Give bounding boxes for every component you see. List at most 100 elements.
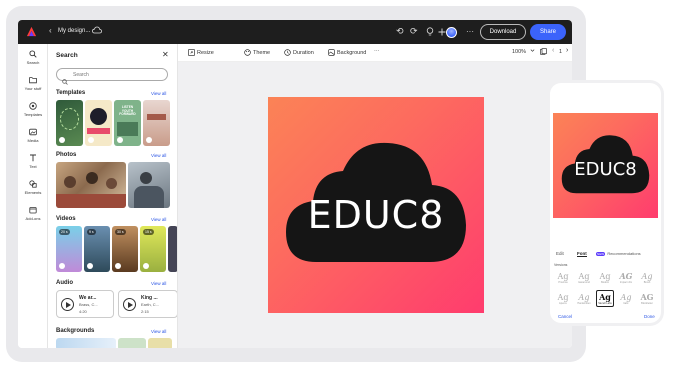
search-input[interactable]: Search <box>56 68 168 85</box>
duration-button[interactable]: Duration <box>284 49 314 56</box>
video-thumbnail[interactable]: 20 s <box>56 226 82 272</box>
font-option[interactable]: Ag Proxima <box>554 272 572 284</box>
page-prev-button[interactable]: ‹ <box>552 47 554 54</box>
logo-text[interactable]: EDUC8 <box>268 193 484 237</box>
audio-title: We ar... <box>79 295 97 301</box>
rail-item-text[interactable]: Text <box>18 154 48 169</box>
app-logo-icon[interactable] <box>26 26 37 37</box>
background-button[interactable]: Background <box>328 49 366 56</box>
video-duration-badge: 9 s <box>87 229 96 235</box>
tab-edit[interactable]: Edit <box>556 251 564 256</box>
template-thumbnail[interactable] <box>56 100 83 146</box>
more-options-icon[interactable]: ··· <box>466 27 474 37</box>
lightbulb-icon[interactable] <box>426 27 434 37</box>
video-thumbnail[interactable]: 15 s <box>140 226 166 272</box>
template-thumbnail[interactable]: LISTEN YOUTH FORWARD <box>114 100 141 146</box>
play-icon <box>115 263 121 269</box>
video-thumbnail[interactable]: 9 s <box>84 226 110 272</box>
tab-font[interactable]: Font <box>577 251 587 257</box>
play-icon <box>143 263 149 269</box>
done-button[interactable]: Done <box>644 314 655 319</box>
font-option[interactable]: Ag Handwritten <box>575 293 593 305</box>
rail-item-elements[interactable]: Elements <box>18 180 48 195</box>
phone-frame: EDUC8 Edit Font NEW Recommendations Vers… <box>547 80 664 326</box>
font-option[interactable]: AG Impact Jim <box>617 272 635 285</box>
font-option-selected[interactable]: Ag Stencil Labs <box>596 290 614 307</box>
font-option[interactable]: Ag Garamond <box>575 272 593 284</box>
audio-view-all-link[interactable]: View all <box>151 281 166 286</box>
play-icon[interactable] <box>123 298 136 311</box>
template-thumbnail[interactable] <box>143 100 170 146</box>
zoom-level[interactable]: 100% <box>512 49 526 55</box>
photo-thumbnail[interactable] <box>128 162 170 208</box>
zoom-chevron-down-icon[interactable] <box>530 48 535 53</box>
share-button[interactable]: Share <box>530 24 566 40</box>
media-icon <box>29 128 37 136</box>
canvas-workspace: EDUC8 <box>178 62 572 348</box>
text-icon <box>30 154 36 162</box>
rail-item-add-ons[interactable]: Add-ons <box>18 206 48 221</box>
tab-recommendations[interactable]: Recommendations <box>607 251 640 256</box>
design-artboard[interactable]: EDUC8 <box>268 97 484 313</box>
phone-artboard[interactable]: EDUC8 <box>553 113 658 218</box>
background-label: Background <box>337 49 367 56</box>
photo-thumbnail[interactable] <box>56 162 126 208</box>
font-option[interactable]: Ag Bodoni <box>596 272 614 284</box>
videos-view-all-link[interactable]: View all <box>151 217 166 222</box>
left-rail: Search Your stuff Templates Media Text E… <box>18 44 48 348</box>
photos-view-all-link[interactable]: View all <box>151 153 166 158</box>
audio-track[interactable]: We ar... Brass, C... 4:20 <box>56 290 114 318</box>
play-icon[interactable] <box>61 298 74 311</box>
back-chevron-icon[interactable]: ‹ <box>49 27 52 35</box>
video-thumbnail[interactable] <box>168 226 177 272</box>
pages-icon[interactable] <box>540 48 547 55</box>
undo-icon[interactable]: ⟲ <box>396 26 404 36</box>
video-duration-badge: 15 s <box>143 229 154 235</box>
redo-icon[interactable]: ⟳ <box>410 26 418 36</box>
font-option[interactable]: Ag Brush <box>638 272 656 284</box>
rail-item-your-stuff[interactable]: Your stuff <box>18 76 48 91</box>
more-tools-button[interactable]: ··· <box>374 48 380 54</box>
video-duration-badge: 20 s <box>59 229 70 235</box>
template-text: LISTEN YOUTH FORWARD <box>119 105 136 117</box>
canvas-toolbar: Resize Theme Duration Background ··· 100… <box>178 44 572 62</box>
theme-button[interactable]: Theme <box>244 49 270 56</box>
audio-duration: 4:20 <box>79 309 87 314</box>
video-thumbnail[interactable]: 30 s <box>112 226 138 272</box>
theme-label: Theme <box>253 49 271 56</box>
background-icon <box>328 49 335 56</box>
templates-view-all-link[interactable]: View all <box>151 91 166 96</box>
section-title-photos: Photos <box>56 152 77 158</box>
background-thumbnail[interactable] <box>118 338 146 348</box>
cancel-button[interactable]: Cancel <box>558 314 572 319</box>
audio-artist: Earth, C... <box>141 302 160 307</box>
font-option[interactable]: Ag Italic <box>617 293 635 305</box>
rail-item-media[interactable]: Media <box>18 128 48 143</box>
cloud-sync-icon <box>92 26 102 34</box>
rail-label: Your stuff <box>24 86 42 91</box>
backgrounds-view-all-link[interactable]: View all <box>151 329 166 334</box>
document-title[interactable]: My design... <box>58 28 90 34</box>
rail-item-search[interactable]: Search <box>18 50 48 65</box>
templates-icon <box>29 102 37 110</box>
add-ons-icon <box>29 207 37 214</box>
section-title-templates: Templates <box>56 90 86 96</box>
font-option[interactable]: Ag Apercu <box>554 293 572 305</box>
font-option[interactable]: AG Blockletter <box>638 293 656 306</box>
clock-icon <box>284 49 291 56</box>
avatar[interactable] <box>446 27 457 38</box>
add-collaborator-icon[interactable] <box>438 28 446 36</box>
download-button[interactable]: Download <box>480 24 526 40</box>
background-thumbnail[interactable] <box>56 338 116 348</box>
close-icon[interactable]: ✕ <box>162 50 169 59</box>
background-thumbnail[interactable] <box>148 338 172 348</box>
template-thumbnail[interactable] <box>85 100 112 146</box>
audio-title: King ... <box>141 295 158 301</box>
play-icon <box>87 263 93 269</box>
page-next-button[interactable]: › <box>566 47 568 54</box>
panel-title: Search <box>56 52 78 59</box>
palette-icon <box>244 49 251 56</box>
rail-item-templates[interactable]: Templates <box>18 102 48 117</box>
resize-button[interactable]: Resize <box>188 49 214 56</box>
audio-track[interactable]: King ... Earth, C... 2:15 <box>118 290 177 318</box>
